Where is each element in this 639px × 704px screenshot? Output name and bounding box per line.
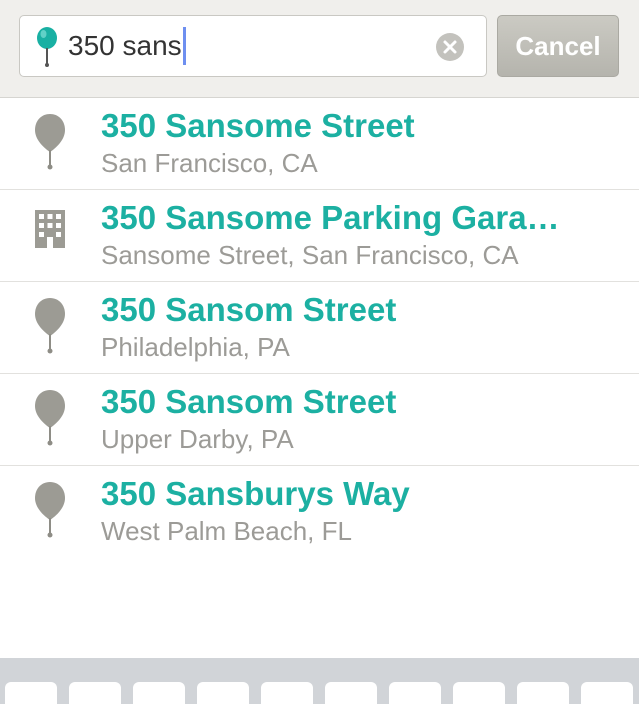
- result-title: 350 Sansome Parking Gara…: [101, 199, 560, 236]
- result-row[interactable]: 350 Sansome Parking Gara… Sansome Street…: [0, 190, 639, 282]
- result-title: 350 Sansome Street: [101, 107, 415, 144]
- search-query-text: 350 sans: [68, 30, 182, 61]
- result-row[interactable]: 350 Sansom Street Philadelphia, PA: [0, 282, 639, 374]
- keyboard-key[interactable]: [581, 682, 633, 704]
- pin-icon: [35, 482, 65, 538]
- search-input[interactable]: 350 sans: [68, 24, 186, 68]
- result-title: 350 Sansom Street: [101, 383, 397, 420]
- keyboard-key[interactable]: [5, 682, 57, 704]
- result-subtitle: Upper Darby, PA: [101, 424, 294, 454]
- keyboard-key[interactable]: [261, 682, 313, 704]
- result-title: 350 Sansom Street: [101, 291, 397, 328]
- result-title: 350 Sansburys Way: [101, 475, 410, 512]
- result-subtitle: West Palm Beach, FL: [101, 516, 352, 546]
- keyboard: [0, 658, 639, 704]
- keyboard-key[interactable]: [517, 682, 569, 704]
- result-row[interactable]: 350 Sansburys Way West Palm Beach, FL: [0, 466, 639, 558]
- search-bar: 350 sans Cancel: [0, 0, 639, 98]
- text-caret: [182, 27, 186, 65]
- search-results-list: 350 Sansome Street San Francisco, CA 350…: [0, 98, 639, 558]
- pin-icon: [35, 298, 65, 354]
- keyboard-key[interactable]: [133, 682, 185, 704]
- keyboard-key[interactable]: [325, 682, 377, 704]
- result-subtitle: Philadelphia, PA: [101, 332, 290, 362]
- keyboard-key[interactable]: [197, 682, 249, 704]
- result-subtitle: San Francisco, CA: [101, 148, 318, 178]
- result-row[interactable]: 350 Sansom Street Upper Darby, PA: [0, 374, 639, 466]
- location-pin-icon: [37, 27, 57, 67]
- result-subtitle: Sansome Street, San Francisco, CA: [101, 240, 519, 270]
- close-icon: [443, 40, 457, 54]
- keyboard-key[interactable]: [69, 682, 121, 704]
- search-field[interactable]: 350 sans: [19, 15, 487, 77]
- building-icon: [35, 210, 65, 248]
- clear-search-button[interactable]: [436, 33, 464, 61]
- pin-icon: [35, 390, 65, 446]
- keyboard-key[interactable]: [453, 682, 505, 704]
- result-row[interactable]: 350 Sansome Street San Francisco, CA: [0, 98, 639, 190]
- cancel-button[interactable]: Cancel: [497, 15, 619, 77]
- keyboard-key[interactable]: [389, 682, 441, 704]
- pin-icon: [35, 114, 65, 170]
